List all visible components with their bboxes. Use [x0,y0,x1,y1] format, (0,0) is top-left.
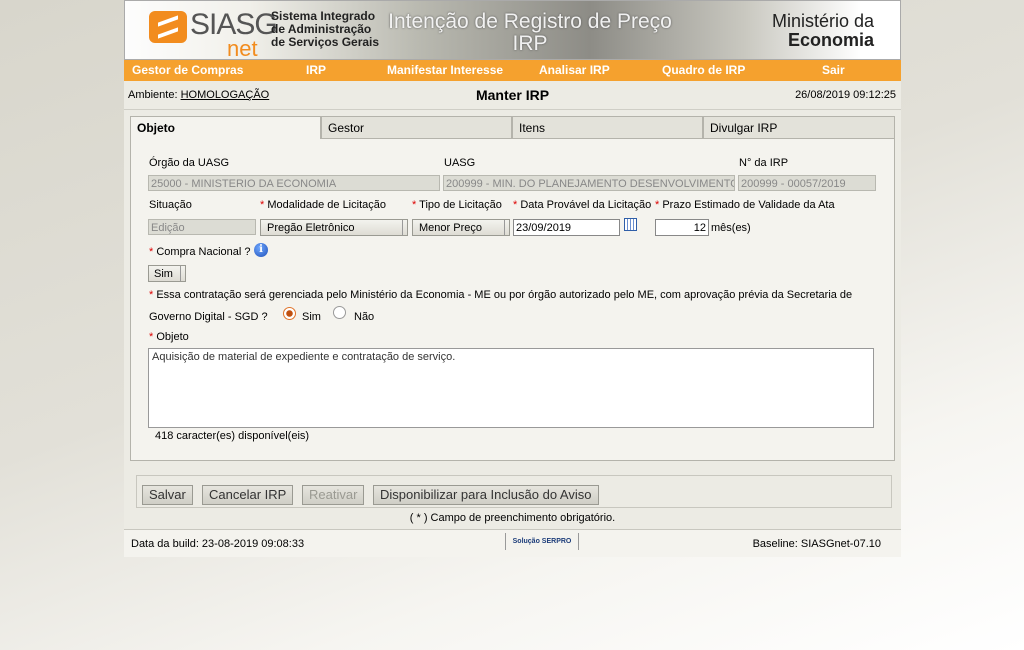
siasg-logo-icon [149,11,187,43]
dropdown-arrow-icon [402,220,406,235]
serpro-logo: Solução SERPRO [505,533,579,550]
required-note: ( * ) Campo de preenchimento obrigatório… [409,512,616,524]
radio-sim-label: Sim [302,311,321,323]
tab-divulgar-irp[interactable]: Divulgar IRP [703,116,895,139]
title-bar: Ambiente: HOMOLOGAÇÃO Manter IRP 26/08/2… [124,82,901,110]
nav-analisar-irp[interactable]: Analisar IRP [539,60,610,81]
orgao-label: Órgão da UASG [149,157,230,169]
prazo-label: * Prazo Estimado de Validade da Ata [655,199,835,211]
tipo-label-text: Tipo de Licitação [419,199,502,211]
required-mark: * [260,199,265,211]
tipo-value: Menor Preço [419,222,482,234]
compra-nacional-label: * Compra Nacional ? [149,246,251,258]
required-mark: * [412,199,417,211]
required-mark: * [149,246,154,258]
cancelar-irp-button[interactable]: Cancelar IRP [202,485,294,505]
data-licitacao-label: * Data Provável da Licitação [513,199,651,211]
radio-nao-label: Não [354,311,375,323]
ministry-line1: Ministério da [771,11,874,31]
objeto-textarea[interactable]: Aquisição de material de expediente e co… [148,348,874,428]
header-banner: SIASG net Sistema Integrado de Administr… [124,0,901,60]
system-name: Sistema Integrado de Administração de Se… [271,9,380,49]
tab-bar: Objeto Gestor Itens Divulgar IRP [130,116,895,139]
logo-suffix: net [227,36,258,60]
siasgnet-logo: SIASG net [149,9,283,60]
gerenciada-question-line2: Governo Digital - SGD ? [149,311,268,323]
compra-nacional-value: Sim [154,268,173,280]
objeto-panel: Órgão da UASG 25000 - MINISTERIO DA ECON… [130,139,895,461]
banner-title: Intenção de Registro de Preço IRP [388,10,672,55]
ministry-logo: Ministério da Economia [772,11,874,49]
dropdown-arrow-icon [180,266,184,281]
compra-nacional-label-text: Compra Nacional ? [156,246,251,258]
tab-objeto[interactable]: Objeto [130,116,321,139]
calendar-icon[interactable] [624,218,637,231]
nav-quadro-de-irp[interactable]: Quadro de IRP [662,60,745,81]
data-licitacao-label-text: Data Provável da Licitação [520,199,652,211]
uasg-field: 200999 - MIN. DO PLANEJAMENTO DESENVOLVI… [443,175,735,191]
objeto-label: * Objeto [149,331,189,343]
tab-itens[interactable]: Itens [512,116,703,139]
orgao-field: 25000 - MINISTERIO DA ECONOMIA [148,175,440,191]
tipo-label: * Tipo de Licitação [412,199,502,211]
modalidade-label-text: Modalidade de Licitação [267,199,386,211]
situacao-field: Edição [148,219,256,235]
action-bar: Salvar Cancelar IRP Reativar Disponibili… [136,475,892,508]
nav-gestor-de-compras[interactable]: Gestor de Compras [132,60,243,81]
irp-number-label: N° da IRP [739,157,789,169]
prazo-label-text: Prazo Estimado de Validade da Ata [662,199,835,211]
modalidade-value: Pregão Eletrônico [267,222,355,234]
uasg-label: UASG [444,157,476,169]
objeto-label-text: Objeto [156,331,189,343]
datetime: 26/08/2019 09:12:25 [795,89,896,101]
nav-manifestar-interesse[interactable]: Manifestar Interesse [387,60,503,81]
radio-sim[interactable] [283,307,296,320]
required-mark: * [149,289,154,301]
page-title: Manter IRP [475,87,550,103]
radio-nao[interactable] [333,306,346,319]
modalidade-label: * Modalidade de Licitação [260,199,386,211]
situacao-label: Situação [149,199,192,211]
gerenciada-question-line1: Essa contratação será gerenciada pelo Mi… [156,289,853,301]
chars-available: 418 caracter(es) disponível(eis) [155,430,310,442]
build-date: Data da build: 23-08-2019 09:08:33 [131,538,305,550]
main-nav: Gestor de Compras IRP Manifestar Interes… [124,60,901,81]
required-mark: * [655,199,660,211]
nav-irp[interactable]: IRP [306,60,326,81]
gerenciada-question: * Essa contratação será gerenciada pelo … [149,289,852,301]
prazo-input[interactable] [655,219,709,236]
reativar-button[interactable]: Reativar [302,485,365,505]
data-licitacao-input[interactable] [513,219,620,236]
required-mark: * [513,199,518,211]
baseline: Baseline: SIASGnet-07.10 [752,538,881,550]
irp-number-field: 200999 - 00057/2019 [738,175,876,191]
info-icon[interactable]: i [254,243,268,257]
compra-nacional-select[interactable]: Sim [148,265,186,282]
required-mark: * [149,331,154,343]
modalidade-select[interactable]: Pregão Eletrônico [260,219,408,236]
nav-sair[interactable]: Sair [822,60,845,81]
salvar-button[interactable]: Salvar [142,485,193,505]
dropdown-arrow-icon [504,220,508,235]
tipo-select[interactable]: Menor Preço [412,219,510,236]
footer: Data da build: 23-08-2019 09:08:33 Soluç… [124,529,901,557]
disponibilizar-button[interactable]: Disponibilizar para Inclusão do Aviso [373,485,599,505]
tab-gestor[interactable]: Gestor [321,116,512,139]
ministry-line2: Economia [787,30,874,50]
app-window: SIASG net Sistema Integrado de Administr… [124,0,901,557]
prazo-unit: mês(es) [711,222,751,234]
